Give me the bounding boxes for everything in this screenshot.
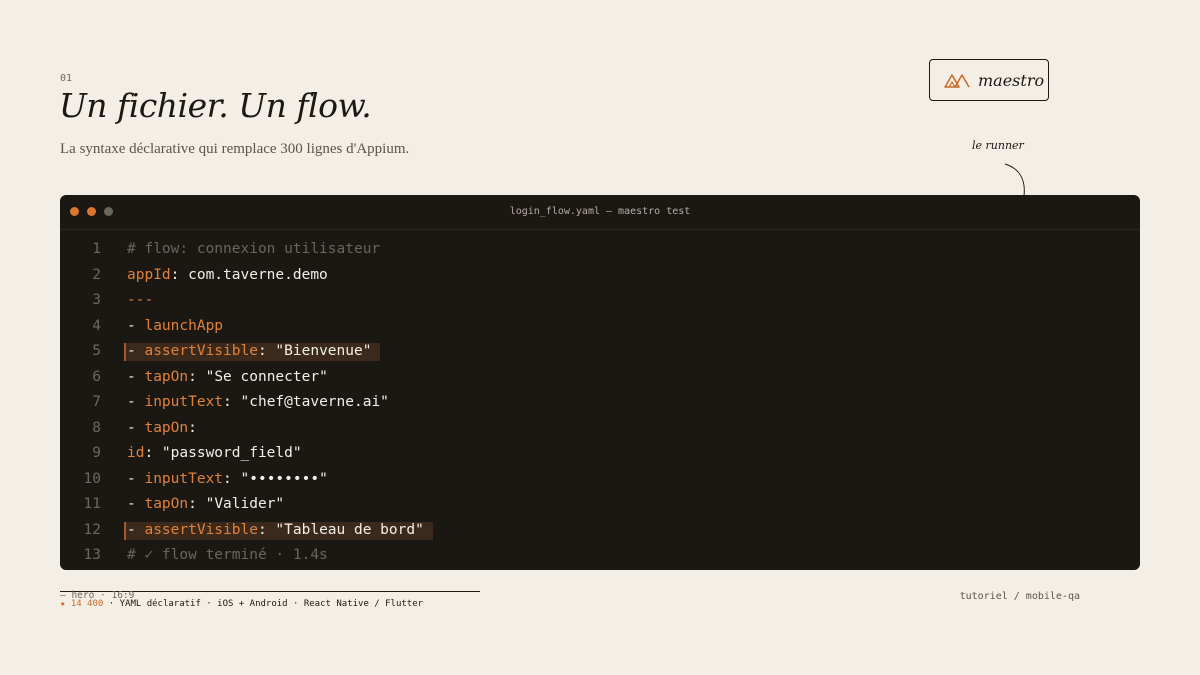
line-text: - tapOn: "Se connecter" xyxy=(127,365,328,391)
code-keyword: appId xyxy=(127,266,171,283)
code-value: - xyxy=(127,470,145,487)
curved-arrow-icon xyxy=(1004,163,1025,197)
footer-stats: ★ 14 400 · YAML déclaratif · iOS + Andro… xyxy=(60,599,423,609)
code-window: login_flow.yaml — maestro test 1 # flow: … xyxy=(60,195,1140,570)
code-keyword: --- xyxy=(127,292,154,308)
code-comment: # ✓ flow terminé · 1.4s xyxy=(127,547,328,563)
code-line: 3 --- xyxy=(60,288,1140,314)
line-text: --- xyxy=(127,288,153,314)
badge-label: maestro xyxy=(978,70,1045,90)
line-number: 7 xyxy=(92,394,101,410)
line-number: 3 xyxy=(92,292,101,308)
code-line: 1 # flow: connexion utilisateur xyxy=(60,237,1140,263)
line-number: 2 xyxy=(92,266,101,283)
page-subtitle: La syntaxe déclarative qui remplace 300 … xyxy=(60,141,410,157)
line-number: 4 xyxy=(92,317,101,334)
code-line: 12 - assertVisible: "Tableau de bord" xyxy=(60,518,1140,544)
code-keyword: tapOn xyxy=(144,496,189,512)
line-text: id: "password_field" xyxy=(127,441,302,467)
code-value: : "Bienvenue" xyxy=(257,343,372,359)
line-number: 11 xyxy=(83,496,101,512)
maestro-badge: maestro xyxy=(929,59,1049,101)
line-text: - assertVisible: "Bienvenue" xyxy=(127,339,371,365)
line-text: - tapOn: "Valider" xyxy=(127,492,284,518)
line-number: 10 xyxy=(83,470,101,487)
code-comment: # flow: connexion utilisateur xyxy=(127,241,381,257)
line-text: - inputText: "chef@taverne.ai" xyxy=(127,390,389,416)
window-title: login_flow.yaml — maestro test xyxy=(509,206,691,217)
code-line: 7 - inputText: "chef@taverne.ai" xyxy=(60,390,1140,416)
runner-annotation: le runner xyxy=(972,139,1024,152)
code-value: - xyxy=(127,521,145,538)
line-number: 13 xyxy=(83,547,101,563)
code-value: : xyxy=(188,419,197,436)
code-value: : "Se connecter" xyxy=(188,368,328,385)
code-keyword: inputText xyxy=(144,394,224,410)
code-keyword: id xyxy=(127,445,145,461)
code-line: 6 - tapOn: "Se connecter" xyxy=(60,365,1140,391)
code-value: : "password_field" xyxy=(144,445,302,461)
code-value: - xyxy=(127,496,145,512)
code-line: 4 - launchApp xyxy=(60,314,1140,340)
code-value: : "Valider" xyxy=(188,496,285,512)
line-text: # ✓ flow terminé · 1.4s xyxy=(127,543,328,569)
code-keyword: tapOn xyxy=(144,368,189,385)
code-line: 5 - assertVisible: "Bienvenue" xyxy=(60,339,1140,365)
line-number: 8 xyxy=(92,419,101,436)
code-line: 9 id: "password_field" xyxy=(60,441,1140,467)
code-keyword: inputText xyxy=(144,470,224,487)
code-line: 13 # ✓ flow terminé · 1.4s xyxy=(60,543,1140,569)
code-editor[interactable]: 1 # flow: connexion utilisateur 2 appId: co… xyxy=(60,230,1140,569)
mountain-logo-icon xyxy=(944,74,970,88)
line-text: - launchApp xyxy=(127,314,223,340)
code-value: : "Tableau de bord" xyxy=(257,521,424,538)
code-line: 8 - tapOn: xyxy=(60,416,1140,442)
line-number: 9 xyxy=(92,445,101,461)
line-number: 1 xyxy=(92,241,101,257)
code-keyword: assertVisible xyxy=(144,521,258,538)
code-value: - xyxy=(127,419,145,436)
line-text: - inputText: "••••••••" xyxy=(127,467,328,493)
code-keyword: assertVisible xyxy=(144,343,258,359)
code-line: 10 - inputText: "••••••••" xyxy=(60,467,1140,493)
code-value: - xyxy=(127,343,145,359)
line-text: - assertVisible: "Tableau de bord" xyxy=(127,518,424,544)
code-value: - xyxy=(127,317,145,334)
code-value: : "••••••••" xyxy=(223,470,328,487)
code-keyword: tapOn xyxy=(144,419,189,436)
page-title: Un fichier. Un flow. xyxy=(59,86,372,125)
slide-number: 01 xyxy=(60,73,73,84)
platforms-text: · YAML déclaratif · iOS + Android · Reac… xyxy=(103,599,424,609)
line-number: 12 xyxy=(83,521,101,538)
line-text: appId: com.taverne.demo xyxy=(127,263,328,289)
line-number: 6 xyxy=(92,368,101,385)
code-line: 11 - tapOn: "Valider" xyxy=(60,492,1140,518)
code-keyword: launchApp xyxy=(144,317,224,334)
code-value: : "chef@taverne.ai" xyxy=(223,394,389,410)
breadcrumb: tutoriel / mobile-qa xyxy=(959,591,1080,602)
line-text: - tapOn: xyxy=(127,416,197,442)
code-line: 2 appId: com.taverne.demo xyxy=(60,263,1140,289)
code-value: : com.taverne.demo xyxy=(170,266,328,283)
stars-count: ★ 14 400 xyxy=(60,599,104,609)
line-text: # flow: connexion utilisateur xyxy=(127,237,380,263)
line-number: 5 xyxy=(92,343,101,359)
code-value: - xyxy=(127,368,145,385)
window-titlebar: login_flow.yaml — maestro test xyxy=(60,195,1140,230)
code-value: - xyxy=(127,394,145,410)
